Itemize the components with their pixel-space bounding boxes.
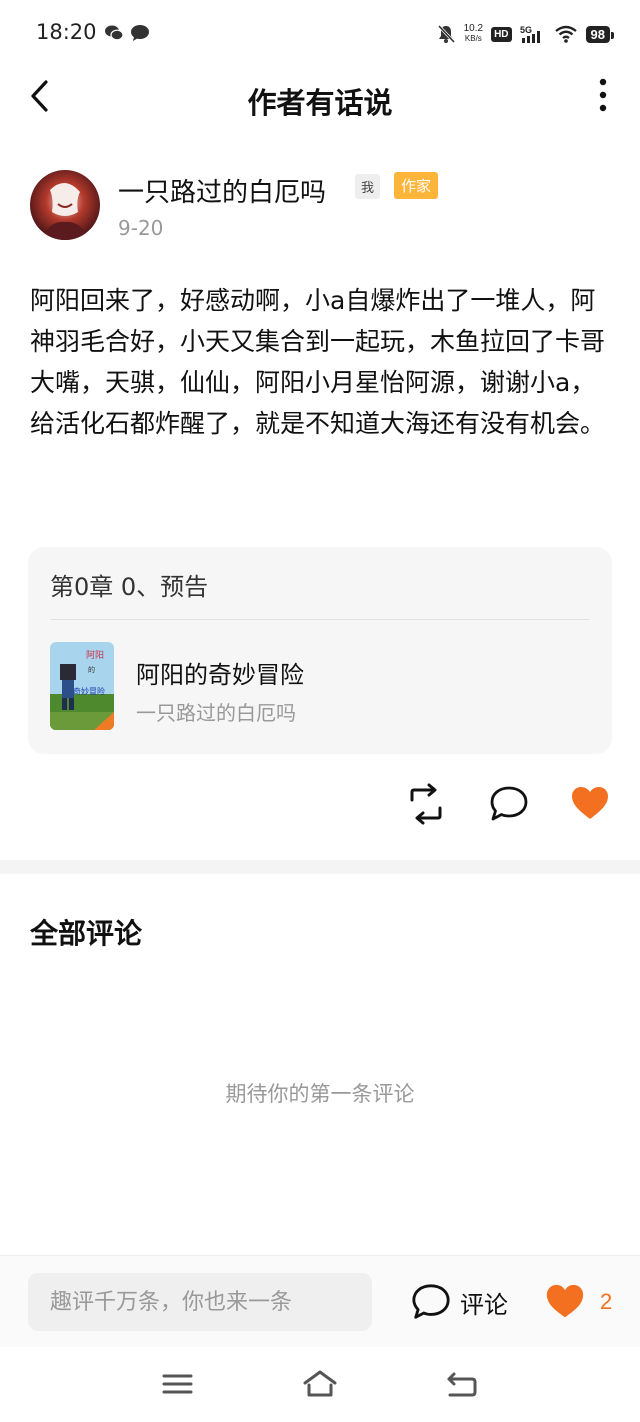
cover-text-2: 的 <box>88 665 95 674</box>
cover-text-3: 奇妙冒险 <box>73 686 105 696</box>
page-title: 作者有话说 <box>247 86 393 120</box>
status-time: 18:20 <box>36 20 97 44</box>
empty-comments-text: 期待你的第一条评论 <box>225 1082 415 1106</box>
recent-apps-button[interactable] <box>160 1369 196 1399</box>
home-button[interactable] <box>302 1369 338 1399</box>
wifi-icon <box>554 25 577 43</box>
signal-5g-icon: 5G <box>520 25 540 43</box>
menu-icon <box>162 1374 193 1394</box>
chapter-card[interactable]: 第0章 0、预告 阿阳 的 奇妙冒险 阿阳的奇妙冒险 一只路过的白厄吗 <box>28 547 612 754</box>
comment-label: 评论 <box>460 1290 508 1319</box>
book-cover[interactable]: 阿阳 的 奇妙冒险 <box>50 642 114 730</box>
more-options-button[interactable] <box>588 76 618 116</box>
comments-heading: 全部评论 <box>30 917 143 950</box>
avatar[interactable] <box>30 170 100 240</box>
section-divider <box>0 860 640 874</box>
book-title[interactable]: 阿阳的奇妙冒险 <box>136 655 304 690</box>
cover-text-1: 阿阳 <box>86 650 104 661</box>
return-icon <box>447 1372 477 1397</box>
notification-icons <box>104 24 150 42</box>
author-name[interactable]: 一只路过的白厄吗 <box>118 172 326 209</box>
svg-text:5G: 5G <box>520 25 532 35</box>
author-row: 一只路过的白厄吗 我 作家 9-20 <box>30 170 610 244</box>
net-speed: 10.2 KB/s <box>464 24 483 44</box>
net-speed-unit: KB/s <box>464 34 482 43</box>
hd-badge: HD <box>491 26 512 42</box>
chapter-title: 第0章 0、预告 <box>50 573 209 601</box>
heart-icon <box>572 787 608 819</box>
back-nav-button[interactable] <box>444 1369 480 1399</box>
mute-bell-icon <box>437 24 455 44</box>
top-app-bar: 作者有话说 <box>0 66 640 128</box>
system-navigation-bar <box>0 1347 640 1422</box>
more-vertical-icon <box>599 78 607 112</box>
status-bar: 18:20 10.2 KB/s HD 5G 98 <box>0 0 640 66</box>
message-icon <box>131 25 149 41</box>
self-badge: 我 <box>355 174 381 199</box>
comment-icon <box>412 1284 450 1319</box>
like-button[interactable] <box>568 782 612 826</box>
book-author: 一只路过的白厄吗 <box>136 701 296 725</box>
writer-badge: 作家 <box>394 172 439 199</box>
comment-input[interactable] <box>28 1273 372 1331</box>
comment-icon <box>490 786 528 821</box>
heart-icon <box>546 1284 584 1318</box>
post-body: 阿阳回来了，好感动啊，小a自爆炸出了一堆人，阿神羽毛合好，小天又集合到一起玩，木… <box>30 286 606 438</box>
home-icon <box>303 1370 337 1397</box>
like-count: 2 <box>600 1289 613 1314</box>
like-action-button[interactable]: 2 <box>544 1280 612 1324</box>
post-date: 9-20 <box>118 216 164 240</box>
repost-icon <box>410 783 442 825</box>
status-right: 10.2 KB/s HD 5G 98 <box>436 20 615 48</box>
net-speed-value: 10.2 <box>463 23 484 34</box>
wechat-icon <box>105 25 124 41</box>
divider <box>50 619 590 620</box>
repost-button[interactable] <box>404 782 448 826</box>
bottom-action-bar: 评论 2 <box>0 1255 640 1347</box>
comment-action-button[interactable]: 评论 <box>410 1280 508 1324</box>
comment-button[interactable] <box>487 782 531 826</box>
post-actions <box>0 782 640 828</box>
battery-indicator: 98 <box>585 25 615 43</box>
